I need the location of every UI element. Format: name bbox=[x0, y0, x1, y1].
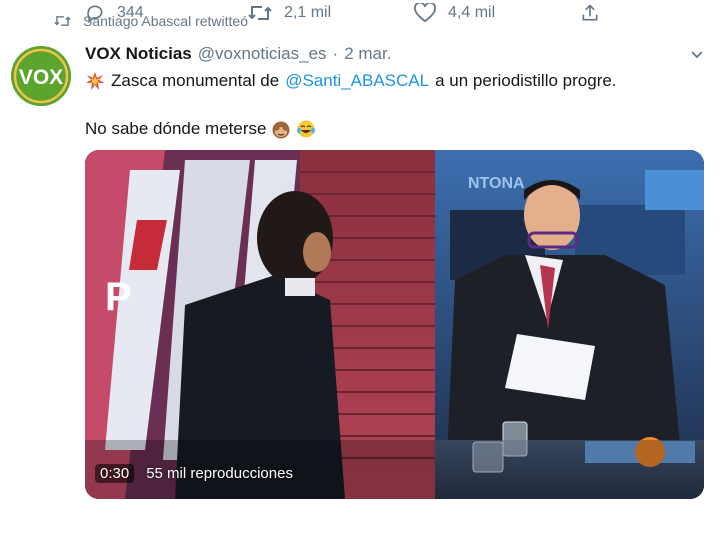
svg-text:NTONA: NTONA bbox=[468, 175, 525, 192]
author-name[interactable]: VOX Noticias bbox=[85, 44, 192, 64]
svg-text:P: P bbox=[105, 275, 132, 319]
avatar-logo-text: VOX bbox=[19, 66, 63, 89]
reply-icon bbox=[87, 5, 103, 23]
tweet-date[interactable]: 2 mar. bbox=[344, 44, 391, 64]
avatar[interactable]: VOX bbox=[11, 46, 71, 106]
retweet-button[interactable]: 2,1 mil bbox=[248, 0, 331, 26]
chevron-down-icon[interactable] bbox=[689, 46, 705, 62]
tweet-text-line-2: No sabe dónde meterse bbox=[85, 116, 316, 142]
reply-count: 344 bbox=[117, 4, 144, 21]
video-views: 55 mil reproducciones bbox=[146, 464, 293, 482]
retweet-icon bbox=[54, 16, 71, 26]
header-separator: · bbox=[332, 44, 339, 63]
tweet-text-line-2-text: No sabe dónde meterse bbox=[85, 119, 267, 138]
retweet-header: Santiago Abascal retwitteó bbox=[54, 10, 248, 32]
like-button[interactable]: 4,4 mil bbox=[414, 0, 495, 26]
heart-icon bbox=[414, 3, 436, 23]
video-duration: 0:30 bbox=[95, 463, 135, 483]
mention-link[interactable]: @Santi_ABASCAL bbox=[285, 71, 429, 91]
share-button[interactable] bbox=[580, 0, 612, 26]
tweet-text-before: Zasca monumental de bbox=[111, 71, 280, 90]
share-icon bbox=[582, 4, 598, 21]
tweet-header: VOX Noticias @voxnoticias_es · 2 mar. bbox=[85, 42, 391, 66]
tweet-text-line-1: Zasca monumental de @Santi_ABASCAL a un … bbox=[85, 68, 617, 94]
video-thumbnail: P NTONA bbox=[85, 150, 704, 499]
collision-emoji-icon bbox=[86, 72, 104, 90]
author-handle[interactable]: @voxnoticias_es bbox=[198, 44, 327, 64]
tweet-card[interactable]: Santiago Abascal retwitteó VOX VOX Notic… bbox=[0, 0, 720, 549]
video-overlay: 0:30 55 mil reproducciones bbox=[95, 461, 293, 485]
video-player[interactable]: P NTONA 0:30 55 mil reproducciones bbox=[85, 150, 704, 499]
retweet-count: 2,1 mil bbox=[284, 4, 332, 21]
see-no-evil-monkey-emoji-icon bbox=[272, 121, 290, 139]
face-with-tears-of-joy-emoji-icon bbox=[297, 120, 316, 138]
tweet-text-after: a un periodistillo progre. bbox=[435, 71, 617, 90]
like-count: 4,4 mil bbox=[448, 4, 496, 21]
reply-button[interactable]: 344 bbox=[85, 0, 144, 26]
retweet-icon bbox=[248, 6, 272, 20]
